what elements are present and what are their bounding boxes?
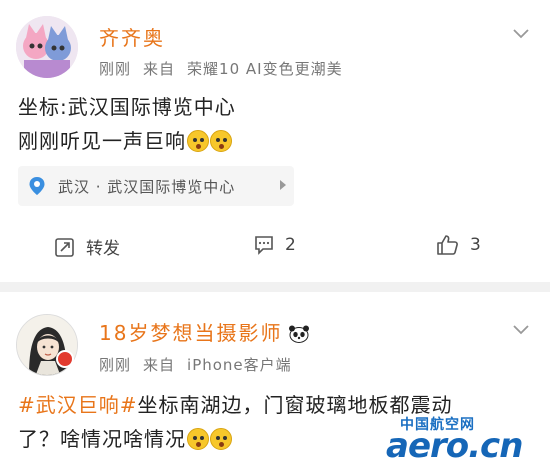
post-card: 齐齐奥 刚刚 来自 荣耀10 AI变色更潮美 坐标:武汉国际博览中心 刚刚听见一声巨…	[0, 0, 550, 282]
comment-count: 2	[285, 235, 296, 255]
content-text: 刚刚听见一声巨响	[18, 129, 186, 153]
comment-button[interactable]: 2	[253, 234, 296, 256]
comment-icon	[255, 236, 273, 255]
watermark-main-text: aero.cn	[386, 426, 523, 464]
source-prefix: 来自	[143, 60, 176, 78]
location-tag[interactable]: 武汉 · 武汉国际博览中心	[18, 166, 294, 206]
post-time: 刚刚	[99, 60, 132, 78]
repost-icon	[55, 237, 74, 257]
surprised-emoji-icon	[210, 130, 232, 152]
surprised-emoji-icon	[210, 428, 232, 450]
like-button[interactable]: 3	[436, 234, 481, 256]
panda-icon	[289, 325, 310, 343]
surprised-emoji-icon	[187, 428, 209, 450]
username[interactable]: 齐齐奥	[99, 22, 165, 51]
surprised-emoji-icon	[187, 130, 209, 152]
avatar[interactable]	[16, 16, 78, 78]
verified-badge	[56, 350, 74, 368]
post-separator	[0, 282, 550, 292]
repost-label: 转发	[86, 239, 120, 259]
chevron-right-icon	[280, 180, 286, 190]
post-source: 荣耀10 AI变色更潮美	[187, 60, 343, 78]
content-text: 了？啥情况啥情况	[18, 427, 186, 451]
like-icon	[437, 235, 458, 255]
watermark-logo: 中国航空网 aero.cn	[386, 410, 550, 464]
repost-button[interactable]: 转发	[54, 234, 120, 259]
location-pin-icon	[29, 177, 45, 195]
post-time: 刚刚	[99, 356, 132, 374]
location-label: 武汉 · 武汉国际博览中心	[58, 177, 236, 196]
post-content: 坐标:武汉国际博览中心 刚刚听见一声巨响	[18, 90, 528, 158]
chevron-down-icon[interactable]	[512, 24, 530, 42]
content-line: 坐标:武汉国际博览中心	[18, 95, 236, 119]
source-prefix: 来自	[143, 356, 176, 374]
username-text: 18岁梦想当摄影师	[99, 321, 283, 345]
action-bar: 转发 2 3	[0, 226, 550, 270]
content-line: 刚刚听见一声巨响	[18, 124, 528, 158]
like-count: 3	[470, 235, 481, 255]
chevron-down-icon[interactable]	[512, 320, 530, 338]
post-meta: 刚刚 来自 iPhone客户端	[99, 354, 304, 375]
hashtag-link[interactable]: #武汉巨响#	[18, 393, 138, 417]
post-source: iPhone客户端	[187, 356, 292, 374]
username[interactable]: 18岁梦想当摄影师	[99, 317, 310, 346]
post-meta: 刚刚 来自 荣耀10 AI变色更潮美	[99, 58, 355, 79]
